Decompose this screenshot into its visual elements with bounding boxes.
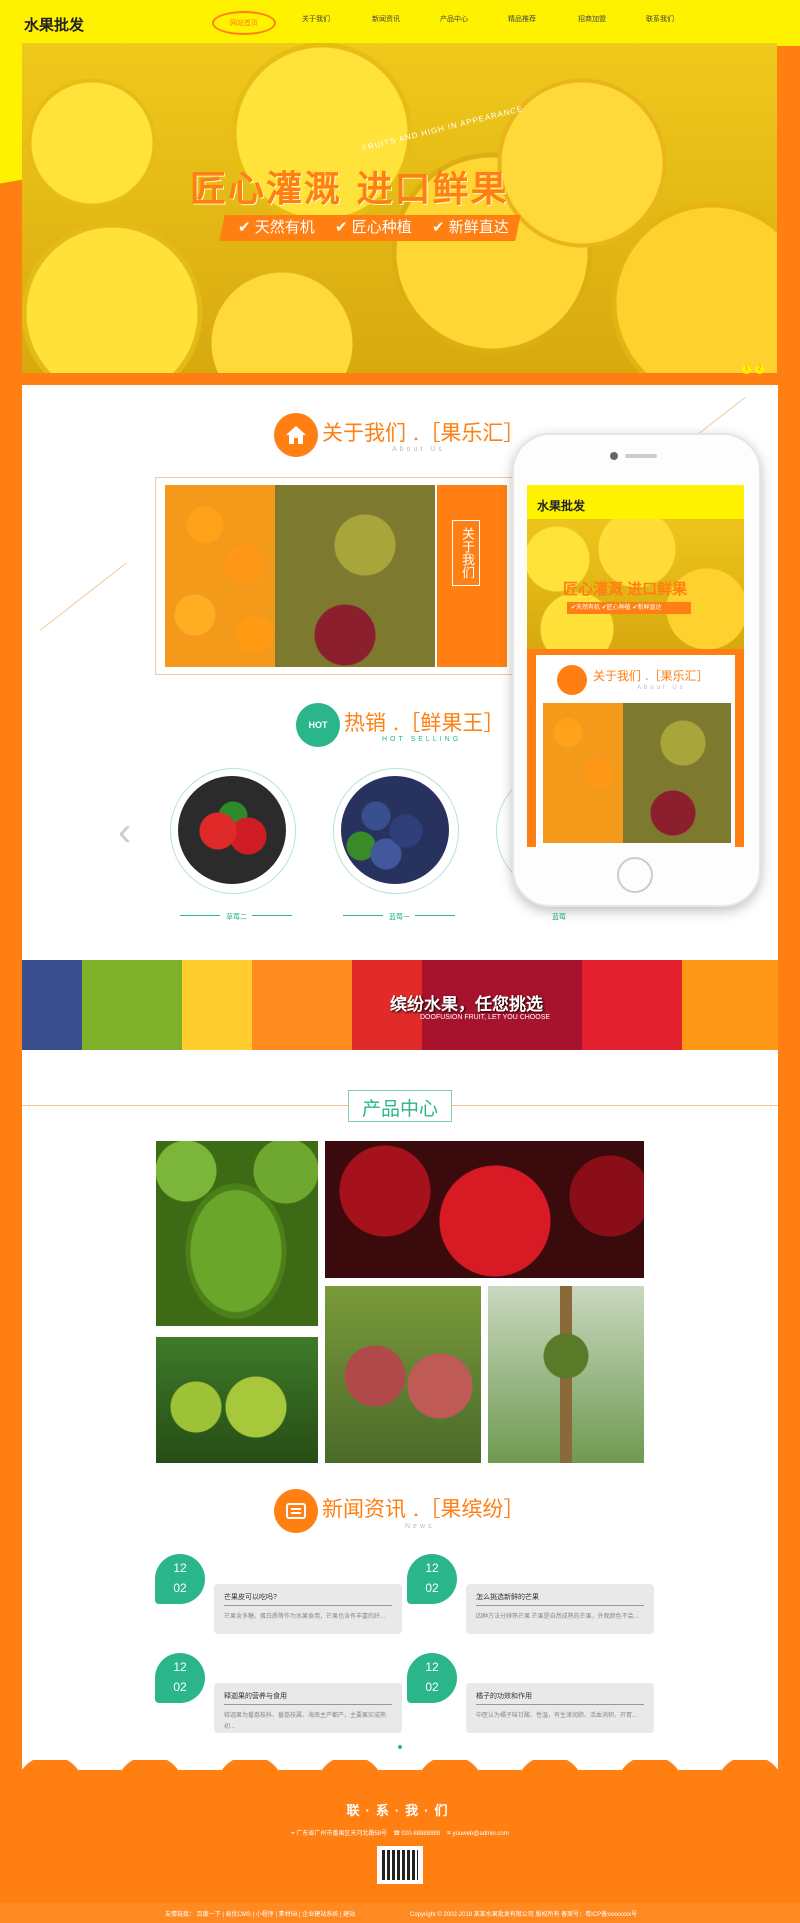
news-icon	[274, 1489, 318, 1533]
hot-item-1-caption[interactable]: 草莓二	[226, 912, 247, 922]
product-red-grapes[interactable]	[325, 1286, 481, 1463]
nav-contact[interactable]: 联系我们	[646, 14, 674, 24]
phone-logo: 水果批发	[537, 499, 586, 513]
news-4-desc: 中医认为橘子味甘酸、性温，有生津润肺、活血消积、开胃...	[476, 1713, 638, 1719]
phone-about-english: About Us	[637, 685, 686, 691]
phone-hero-features: ✔天然有机 ✔匠心种植 ✔新鲜直达	[567, 602, 691, 614]
news-english: News	[405, 1523, 435, 1530]
news-2-card[interactable]: 怎么挑选新鲜的芒果 四种方法分辨熟芒果 芒果是自然成熟的芒果，外观颜色不会...	[466, 1584, 654, 1634]
hot-item-2-image[interactable]	[341, 776, 449, 884]
news-3-desc: 释迦果为番荔枝科、番荔枝属、海南主产都产，主要果实成熟初...	[224, 1713, 387, 1730]
product-green-grapes[interactable]	[156, 1337, 318, 1463]
news-1-title[interactable]: 芒果皮可以吃吗?	[224, 1592, 392, 1606]
phone-camera	[610, 452, 618, 460]
email-icon: ✉	[446, 1831, 451, 1837]
news-3-card[interactable]: 释迦果的营养与食用 释迦果为番荔枝科、番荔枝属、海南主产都产，主要果实成熟初..…	[214, 1683, 402, 1733]
hero-left-edge	[0, 46, 22, 386]
hero-feature-3: ✔ 新鲜直达	[432, 219, 510, 236]
nav-home[interactable]: 网站首页	[212, 11, 276, 35]
news-4-title[interactable]: 橘子的功效和作用	[476, 1691, 644, 1705]
header: 水果批发 网站首页 关于我们 新闻资讯 产品中心 精品推荐 招商加盟 联系我们	[0, 0, 800, 46]
copyright-text: Copyright © 2002-2018 某某水果批发有限公司 版权所有 备案…	[410, 1912, 638, 1918]
hot-english: HOT SELLING	[382, 736, 462, 743]
product-cherries[interactable]	[325, 1141, 644, 1278]
footer-email[interactable]: youweb@admin.com	[453, 1831, 509, 1837]
qr-code-pattern	[382, 1850, 418, 1880]
about-title: 关于我们 .［果乐汇］	[322, 421, 525, 445]
fruit-banner-english: DOOFUSION FRUIT, LET YOU CHOOSE	[420, 1014, 551, 1021]
about-fruit-image[interactable]	[165, 485, 435, 667]
phone-screen: 水果批发 匠心灌溉 进口鲜果 ✔天然有机 ✔匠心种植 ✔新鲜直达 关于我们 .［…	[527, 485, 744, 847]
hero-feature-2: ✔ 匠心种植	[335, 219, 412, 236]
location-icon: ⌖	[291, 1831, 295, 1837]
product-avocado[interactable]	[156, 1141, 318, 1326]
footer-contact: ⌖ 广东省广州市番禺区天河北路58号 ☎ 020-88888888 ✉ youw…	[0, 1828, 800, 1838]
phone-speaker	[625, 454, 657, 458]
products-title: 产品中心	[361, 1098, 438, 1120]
about-english: About Us	[392, 446, 445, 453]
site-logo[interactable]: 水果批发	[24, 14, 84, 35]
footer-phone: 020-88888888	[401, 1831, 441, 1837]
news-1-date: 12 02	[155, 1554, 205, 1604]
nav-products[interactable]: 产品中心	[440, 14, 468, 24]
fruit-banner-title: 缤纷水果，任您挑选	[390, 995, 543, 1014]
phone-icon: ☎	[393, 1831, 400, 1837]
news-3-date: 12 02	[155, 1653, 205, 1703]
hot-flame-icon: HOT	[296, 703, 340, 747]
hot-item-2-line-left	[343, 915, 383, 916]
hero-dot-1[interactable]: 1	[742, 365, 751, 374]
hot-item-1-line-left	[180, 915, 220, 916]
news-1-desc: 芒果含多糖、蛋白质等作为水果食用，芒果也含有丰富的纤...	[224, 1614, 386, 1620]
nav-about[interactable]: 关于我们	[302, 14, 330, 24]
footer-title: 联·系·我·们	[346, 1803, 454, 1818]
hero-features: ✔ 天然有机 ✔ 匠心种植 ✔ 新鲜直达	[219, 215, 521, 241]
nav-recommend[interactable]: 精品推荐	[508, 14, 536, 24]
about-home-icon	[274, 413, 318, 457]
hero-title: 匠心灌溉 进口鲜果	[190, 169, 509, 210]
hot-item-1-image[interactable]	[178, 776, 286, 884]
hot-item-2-line-right	[415, 915, 455, 916]
phone-hero-title: 匠心灌溉 进口鲜果	[563, 581, 688, 598]
phone-about-home-icon	[557, 665, 587, 695]
product-coconut[interactable]	[488, 1286, 644, 1463]
hero-right-edge	[778, 46, 800, 386]
phone-about-image	[543, 703, 731, 843]
news-4-card[interactable]: 橘子的功效和作用 中医认为橘子味甘酸、性温，有生津润肺、活血消积、开胃...	[466, 1683, 654, 1733]
news-4-date: 12 02	[407, 1653, 457, 1703]
news-3-title[interactable]: 释迦果的营养与食用	[224, 1691, 392, 1705]
phone-home-button	[617, 857, 653, 893]
news-title: 新闻资讯 .［果缤纷］	[322, 1497, 525, 1521]
hot-item-2-caption[interactable]: 蓝莓一	[389, 912, 410, 922]
about-side-title[interactable]: 关于我们	[452, 520, 480, 586]
copyright-bar	[0, 1903, 800, 1923]
news-1-card[interactable]: 芒果皮可以吃吗? 芒果含多糖、蛋白质等作为水果食用，芒果也含有丰富的纤...	[214, 1584, 402, 1634]
hot-item-1-line-right	[252, 915, 292, 916]
prev-arrow-icon[interactable]: ‹	[118, 812, 131, 852]
hero-feature-1: ✔ 天然有机	[238, 219, 315, 236]
hot-item-3-caption[interactable]: 蓝莓	[552, 912, 566, 922]
news-2-title[interactable]: 怎么挑选新鲜的芒果	[476, 1592, 644, 1606]
nav-news[interactable]: 新闻资讯	[372, 14, 400, 24]
news-2-desc: 四种方法分辨熟芒果 芒果是自然成熟的芒果，外观颜色不会...	[476, 1614, 639, 1620]
phone-about-title: 关于我们 .［果乐汇］	[593, 669, 709, 683]
news-2-date: 12 02	[407, 1554, 457, 1604]
footer-wave	[0, 1760, 800, 1790]
friend-links[interactable]: 友情链接： 百度一下 | 易优CMS | 小程序 | 素材58 | 企业建站系统…	[165, 1909, 355, 1918]
hot-title: 热销 .［鲜果王］	[344, 711, 505, 735]
news-pagination-dot[interactable]	[398, 1745, 402, 1749]
nav-join[interactable]: 招商加盟	[578, 14, 606, 24]
footer-address: 广东省广州市番禺区天河北路58号	[296, 1831, 388, 1837]
hero-dot-2[interactable]: 2	[755, 365, 764, 374]
